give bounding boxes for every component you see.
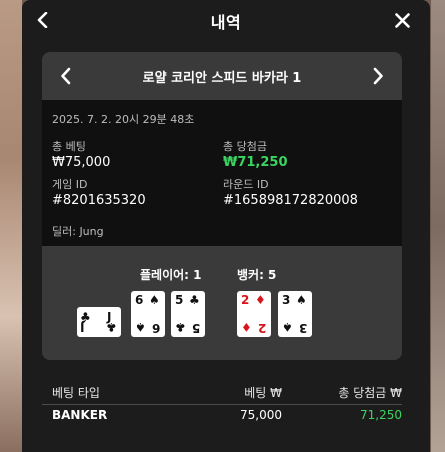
- close-icon: [395, 13, 410, 28]
- card-rank: 5: [175, 293, 184, 307]
- card-suit: ♠: [135, 320, 146, 334]
- next-round-button[interactable]: [372, 67, 384, 85]
- total-win-value: ₩71,250: [223, 155, 288, 170]
- card-suit: ♣: [189, 293, 200, 307]
- playing-card: ♣ J J ♣: [77, 307, 121, 337]
- card-suit: ♦: [241, 320, 252, 334]
- column-bet-amount: 베팅 ₩: [244, 386, 282, 400]
- page-title: 내역: [210, 13, 242, 32]
- card-suit: ♠: [149, 293, 160, 307]
- column-bet-type: 베팅 타입: [52, 386, 100, 400]
- chevron-right-icon: [373, 67, 383, 85]
- playing-card: 3 ♠ ♠ 3: [278, 291, 312, 337]
- card-rank: J: [80, 320, 85, 334]
- background-right: [431, 0, 445, 452]
- player-score-label: 플레이어: 1: [140, 268, 202, 282]
- background-left: [0, 0, 22, 452]
- total-win-cell: 71,250: [360, 408, 402, 422]
- game-id-value: #8201635320: [52, 193, 146, 208]
- round-results: 플레이어: 1 뱅커: 5 ♣ J J ♣ 6 ♠ ♠ 6 5 ♣ ♣ 5 2 ♦ ♦ 2 3 ♠ ♠ 3: [42, 246, 402, 360]
- game-navigator: 로얄 코리안 스피드 바카라 1: [42, 52, 402, 100]
- card-suit: ♠: [282, 320, 293, 334]
- round-info: 2025. 7. 2. 20시 29분 48초 총 베팅 ₩75,000 총 당…: [42, 100, 402, 246]
- round-datetime: 2025. 7. 2. 20시 29분 48초: [52, 113, 195, 126]
- bet-amount-cell: 75,000: [240, 408, 282, 422]
- card-suit: ♣: [175, 320, 186, 334]
- column-total-win: 총 당첨금 ₩: [338, 386, 402, 400]
- game-id-label: 게임 ID: [52, 178, 88, 191]
- dealer-name: 딜러: Jung: [52, 225, 104, 238]
- card-rank: 2: [258, 321, 267, 335]
- history-header: 내역: [22, 0, 430, 40]
- card-rank: 2: [241, 293, 250, 307]
- round-id-value: #165898172820008: [223, 193, 358, 208]
- history-panel: 내역 로얄 코리안 스피드 바카라 1 2025. 7. 2. 20시 29분 …: [22, 0, 430, 452]
- card-suit: ♠: [296, 293, 307, 307]
- total-win-label: 총 당첨금: [223, 140, 267, 153]
- bet-table-header: 베팅 타입 베팅 ₩ 총 당첨금 ₩: [42, 378, 402, 405]
- total-bet-value: ₩75,000: [52, 155, 111, 170]
- playing-card: 6 ♠ ♠ 6: [131, 291, 165, 337]
- card-suit: ♦: [255, 293, 266, 307]
- close-button[interactable]: [395, 13, 410, 28]
- card-rank: 6: [135, 293, 144, 307]
- banker-score-label: 뱅커: 5: [237, 268, 277, 282]
- bet-type-cell: BANKER: [52, 408, 108, 422]
- total-bet-label: 총 베팅: [52, 140, 86, 153]
- card-rank: 5: [192, 321, 201, 335]
- table-row: BANKER 75,000 71,250: [42, 405, 402, 429]
- card-rank: 3: [282, 293, 291, 307]
- playing-card: 5 ♣ ♣ 5: [171, 291, 205, 337]
- card-rank: 3: [299, 321, 308, 335]
- round-detail-card: 로얄 코리안 스피드 바카라 1 2025. 7. 2. 20시 29분 48초…: [42, 52, 402, 360]
- card-rank: 6: [152, 321, 161, 335]
- playing-card: 2 ♦ ♦ 2: [237, 291, 271, 337]
- game-title: 로얄 코리안 스피드 바카라 1: [142, 71, 302, 86]
- round-id-label: 라운드 ID: [223, 178, 269, 191]
- card-suit: ♣: [106, 320, 117, 334]
